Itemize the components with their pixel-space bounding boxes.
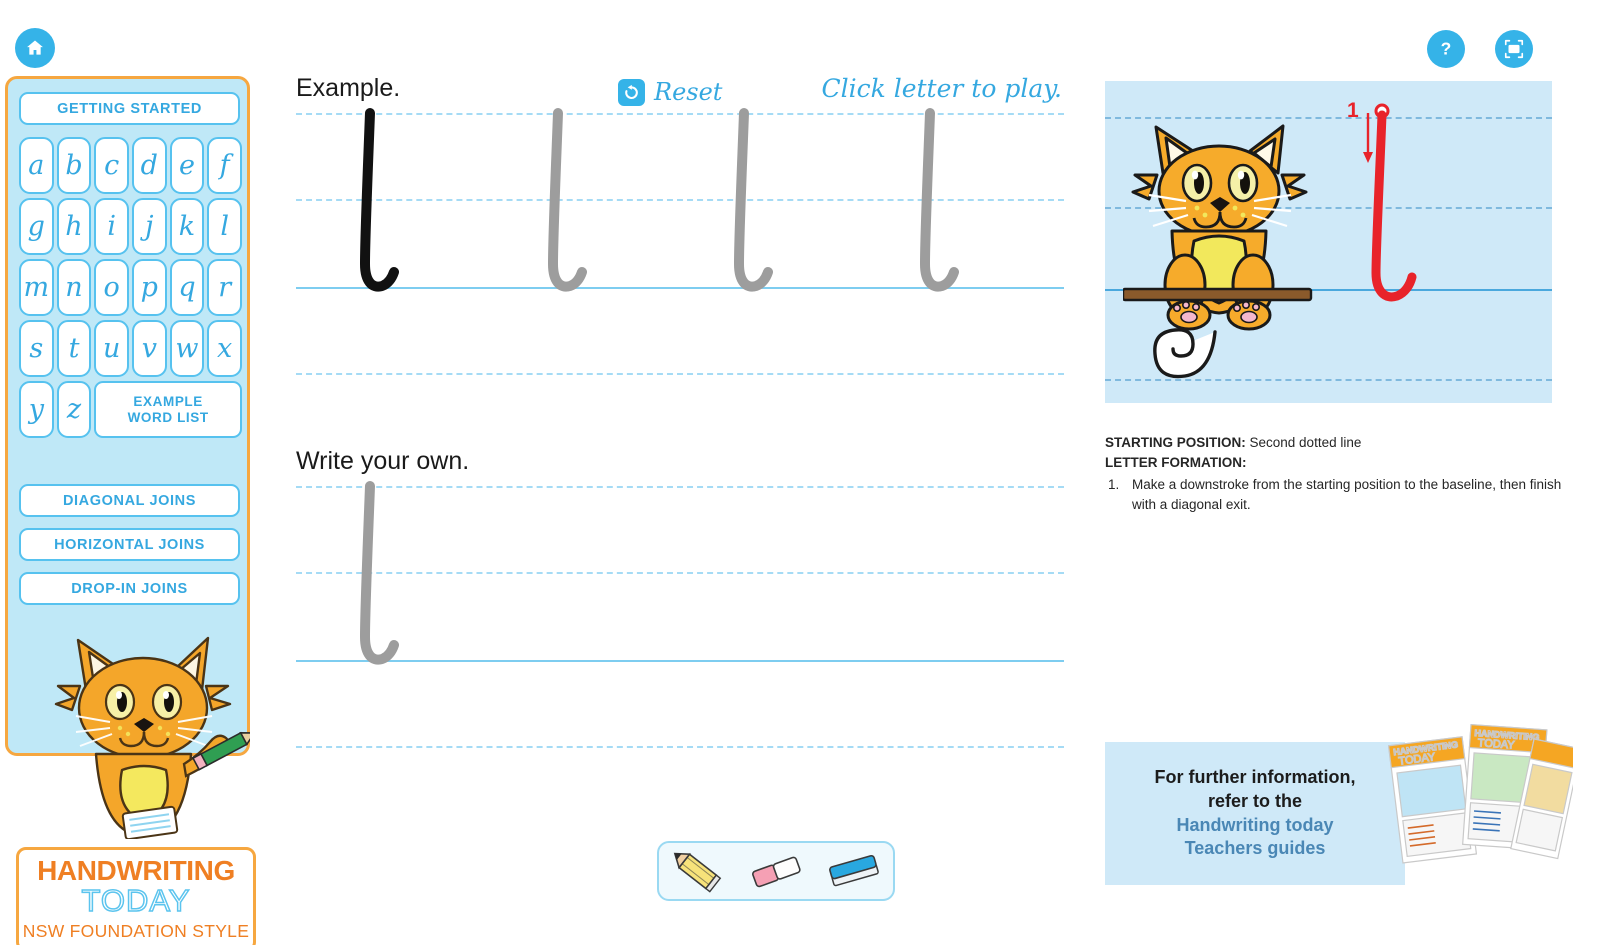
click-letter-hint: Click letter to play. [821, 74, 1063, 103]
diagonal-joins-button[interactable]: DIAGONAL JOINS [19, 484, 240, 517]
starting-position-row: STARTING POSITION: Second dotted line [1105, 433, 1565, 453]
letter-key-s[interactable]: s [19, 320, 54, 377]
write-your-own-heading: Write your own. [296, 447, 470, 475]
fullscreen-icon [1504, 39, 1524, 59]
reset-label: Reset [654, 78, 723, 106]
letter-key-f[interactable]: f [207, 137, 242, 194]
sidebar: GETTING STARTED a b c d e f g h i j k l … [5, 76, 256, 945]
home-icon [27, 40, 43, 55]
example-word-list-line2: WORD LIST [127, 409, 209, 425]
joins-group: DIAGONAL JOINS HORIZONTAL JOINS DROP-IN … [19, 484, 240, 616]
letter-key-z[interactable]: z [56, 381, 92, 438]
logo-line-style: NSW FOUNDATION STYLE [22, 921, 250, 942]
demo-letter-stroke: 1 [1347, 99, 1417, 302]
example-letter-strokes [359, 108, 959, 292]
letter-key-u[interactable]: u [94, 320, 129, 377]
letter-key-h[interactable]: h [56, 198, 92, 255]
drop-in-joins-button[interactable]: DROP-IN JOINS [19, 572, 240, 605]
letter-key-p[interactable]: p [132, 259, 167, 316]
letter-key-g[interactable]: g [19, 198, 54, 255]
cat-on-branch-icon [1123, 124, 1313, 379]
svg-text:?: ? [1441, 39, 1452, 59]
fullscreen-button[interactable] [1495, 30, 1533, 68]
blue-eraser-tool[interactable] [823, 848, 885, 894]
letter-key-i[interactable]: i [94, 198, 129, 255]
further-line-4: Teachers guides [1184, 838, 1326, 859]
writing-area: Example. Reset Click letter to play. Wri… [296, 66, 1064, 866]
example-word-list-button[interactable]: EXAMPLE WORD LIST [94, 381, 242, 438]
letter-key-e[interactable]: e [169, 137, 205, 194]
formation-steps: 1. Make a downstroke from the starting p… [1105, 475, 1565, 514]
letter-key-r[interactable]: r [207, 259, 242, 316]
letter-key-b[interactable]: b [56, 137, 92, 194]
horizontal-joins-button[interactable]: HORIZONTAL JOINS [19, 528, 240, 561]
further-information-box: For further information, refer to the Ha… [1105, 742, 1405, 885]
logo-line-today: TODAY [81, 882, 191, 918]
tool-tray [657, 841, 895, 901]
further-line-3: Handwriting today [1176, 814, 1334, 835]
letter-key-o[interactable]: o [94, 259, 129, 316]
letter-key-v[interactable]: v [132, 320, 167, 377]
teachers-guides-covers-icon: HANDWRITING TODAY HANDWRITING TODAY [1388, 723, 1573, 864]
formation-step-number: 1. [1108, 477, 1120, 493]
letter-demo-panel: 1 [1105, 81, 1552, 403]
letter-key-n[interactable]: n [56, 259, 92, 316]
letter-key-a[interactable]: a [19, 137, 54, 194]
letter-key-k[interactable]: k [169, 198, 205, 255]
letter-key-c[interactable]: c [94, 137, 129, 194]
app-root: ? GETTING STARTED a b c d e f g h i j k … [0, 0, 1599, 945]
logo-card: HANDWRITING TODAY NSW FOUNDATION STYLE [16, 847, 256, 945]
further-line-2: refer to the [1207, 790, 1303, 811]
write-ruled-lines[interactable] [296, 479, 1064, 789]
getting-started-button[interactable]: GETTING STARTED [19, 92, 240, 125]
home-button[interactable] [15, 28, 55, 68]
letter-key-x[interactable]: x [207, 320, 242, 377]
write-letter-strokes [359, 481, 399, 665]
example-ruled-lines[interactable] [296, 106, 1064, 416]
letter-key-w[interactable]: w [169, 320, 205, 377]
letter-formation-key: LETTER FORMATION: [1105, 454, 1247, 470]
pencil-tool[interactable] [667, 848, 729, 894]
letter-key-d[interactable]: d [132, 137, 167, 194]
eraser-tool[interactable] [745, 848, 807, 894]
starting-position-key: STARTING POSITION: [1105, 435, 1246, 450]
stroke-number-label: 1 [1347, 99, 1359, 122]
cat-with-pencil-icon [54, 636, 250, 839]
letter-key-t[interactable]: t [56, 320, 92, 377]
help-button[interactable]: ? [1427, 30, 1465, 68]
question-mark-icon: ? [1441, 39, 1452, 59]
letter-key-y[interactable]: y [19, 381, 54, 438]
formation-step: 1. Make a downstroke from the starting p… [1105, 475, 1565, 514]
letter-grid: a b c d e f g h i j k l m n o p q r s t … [19, 137, 242, 438]
reset-button[interactable]: Reset [618, 78, 722, 106]
further-line-1: For further information, [1154, 767, 1356, 787]
letter-key-m[interactable]: m [19, 259, 54, 316]
reset-circular-arrow-icon [618, 78, 645, 106]
formation-step-text: Make a downstroke from the starting posi… [1132, 477, 1562, 512]
example-heading: Example. [296, 74, 401, 102]
logo-line-handwriting: HANDWRITING [37, 854, 235, 886]
letter-key-l[interactable]: l [207, 198, 242, 255]
instructions-block: STARTING POSITION: Second dotted line LE… [1105, 433, 1565, 514]
letter-key-q[interactable]: q [169, 259, 205, 316]
example-word-list-line1: EXAMPLE [133, 393, 203, 409]
starting-position-value: Second dotted line [1249, 435, 1362, 450]
letter-key-j[interactable]: j [132, 198, 167, 255]
